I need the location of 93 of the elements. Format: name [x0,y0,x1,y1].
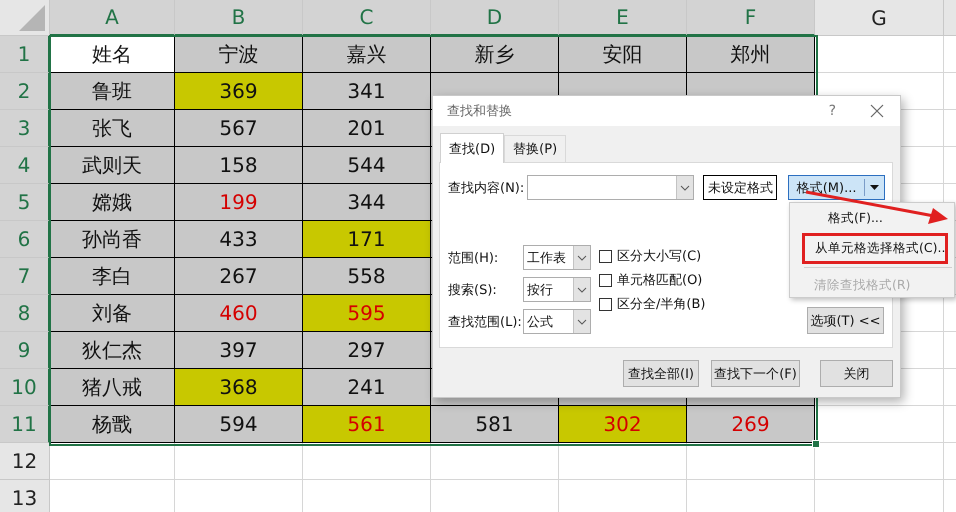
dropdown[interactable]: 公式 [523,309,591,334]
table-cell: 267 [175,258,303,295]
table-cell: 397 [175,332,303,369]
column-header[interactable]: A [50,0,175,36]
checkbox[interactable] [599,250,612,262]
dialog-button[interactable]: 查找全部(I) [623,360,699,387]
row-header[interactable]: 10 [0,369,50,406]
dialog-button[interactable]: 查找下一个(F) [711,360,800,387]
table-cell: 狄仁杰 [50,332,175,369]
table-cell: 武则天 [50,147,175,184]
table-cell: 433 [175,221,303,258]
search-field[interactable] [526,175,694,200]
table-cell: 安阳 [559,36,687,73]
field-label: 搜索(S): [448,282,498,298]
dropdown[interactable]: 工作表 [523,245,591,270]
checkbox-label: 区分大小写(C) [617,248,702,265]
table-cell: 宁波 [175,36,303,73]
row-header[interactable]: 4 [0,147,50,184]
table-cell: 369 [175,73,303,110]
table-cell: 姓名 [50,36,175,73]
table-cell: 171 [303,221,431,258]
column-header[interactable]: C [303,0,431,36]
table-cell: 595 [303,295,431,332]
table-cell: 鲁班 [50,73,175,110]
table-cell: 594 [175,406,303,443]
menu-item[interactable]: 从单元格选择格式(C).. [802,233,948,264]
format-preview: 未设定格式 [703,175,778,200]
close-icon [870,104,884,118]
row-header[interactable]: 1 [0,36,50,73]
column-header[interactable]: B [175,0,303,36]
field-label: 查找范围(L): [448,314,523,330]
checkbox-label: 单元格匹配(O) [617,272,702,289]
row-header[interactable]: 9 [0,332,50,369]
chevron-icon [680,184,690,190]
caret-icon [870,185,879,190]
table-cell: 460 [175,295,303,332]
row-header[interactable]: 7 [0,258,50,295]
table-cell: 297 [303,332,431,369]
table-cell: 199 [175,184,303,221]
chevron-icon [577,254,587,260]
column-header[interactable]: D [431,0,559,36]
tab[interactable]: 查找(D) [440,133,504,163]
table-cell: 刘备 [50,295,175,332]
chevron-icon [577,286,587,292]
column-header[interactable]: F [687,0,815,36]
table-cell: 341 [303,73,431,110]
row-header[interactable]: 3 [0,110,50,147]
table-cell: 杨戬 [50,406,175,443]
row-header[interactable]: 2 [0,73,50,110]
row-header[interactable]: 8 [0,295,50,332]
table-cell: 郑州 [687,36,815,73]
options-button[interactable]: 选项(T) << [807,307,884,334]
row-header[interactable]: 6 [0,221,50,258]
table-cell: 567 [175,110,303,147]
tab[interactable]: 替换(P) [504,135,566,162]
table-cell: 嫦娥 [50,184,175,221]
table-cell: 581 [431,406,559,443]
table-cell: 李白 [50,258,175,295]
table-cell: 嘉兴 [303,36,431,73]
checkbox-label: 区分全/半角(B) [617,296,706,313]
window-title: 查找和替换 [447,103,512,120]
table-cell: 158 [175,147,303,184]
table-cell: 241 [303,369,431,406]
table-cell: 544 [303,147,431,184]
menu-item[interactable]: 格式(F)... [790,204,954,232]
checkbox[interactable] [599,274,612,286]
triangle-icon [19,5,45,31]
checkbox[interactable] [599,298,612,310]
close-button[interactable] [870,104,884,118]
chevron-icon [577,318,587,324]
table-cell: 561 [303,406,431,443]
row-header[interactable]: 5 [0,184,50,221]
table-cell: 344 [303,184,431,221]
table-cell: 201 [303,110,431,147]
table-cell: 猪八戒 [50,369,175,406]
column-header[interactable]: G [815,0,944,36]
help-button[interactable]: ? [828,103,836,119]
table-cell: 新乡 [431,36,559,73]
field-label: 范围(H): [448,250,500,266]
table-cell: 302 [559,406,687,443]
column-header[interactable]: E [559,0,687,36]
table-cell: 孙尚香 [50,221,175,258]
dialog-button[interactable]: 关闭 [820,360,893,387]
table-cell: 368 [175,369,303,406]
table-cell: 269 [687,406,815,443]
row-header[interactable]: 13 [0,480,50,512]
row-header[interactable]: 11 [0,406,50,443]
dropdown[interactable]: 按行 [523,277,591,302]
row-header[interactable]: 12 [0,443,50,480]
table-cell: 558 [303,258,431,295]
field-label: 查找内容(N): [448,180,526,196]
fill-handle[interactable] [812,440,820,448]
table-cell: 张飞 [50,110,175,147]
